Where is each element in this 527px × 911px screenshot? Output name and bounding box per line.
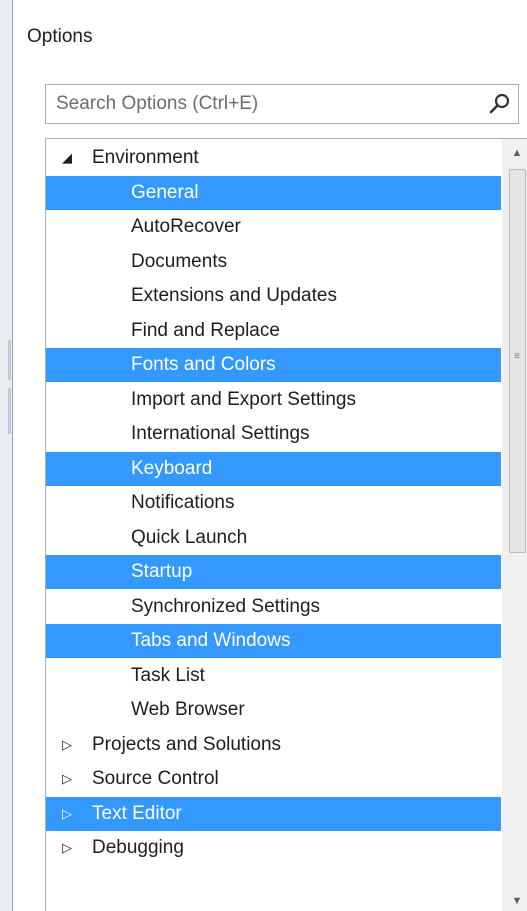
tree-node-debugging[interactable]: ▷ Debugging xyxy=(46,831,501,865)
tree-item-documents[interactable]: Documents xyxy=(46,245,501,279)
tree-item-startup[interactable]: Startup xyxy=(46,555,501,589)
tree-item-label: International Settings xyxy=(131,423,310,444)
options-dialog: Options ▲ ≡ ▼ ◢ Environment General AutoRec… xyxy=(12,0,527,911)
tree-item-label: AutoRecover xyxy=(131,216,241,237)
background-window-strip xyxy=(0,0,12,911)
tree-node-source-control[interactable]: ▷ Source Control xyxy=(46,762,501,796)
tree-item-label: Debugging xyxy=(92,837,184,858)
tree-item-general[interactable]: General xyxy=(46,175,501,210)
scroll-down-icon[interactable]: ▼ xyxy=(502,890,527,911)
tree-item-synchronized-settings[interactable]: Synchronized Settings xyxy=(46,590,501,624)
tree-node-environment[interactable]: ◢ Environment xyxy=(46,141,501,175)
tree-item-label: Documents xyxy=(131,250,228,272)
scroll-grip-icon: ≡ xyxy=(514,351,520,362)
tree-item-task-list[interactable]: Task List xyxy=(46,659,501,693)
tree-node-projects-and-solutions[interactable]: ▷ Projects and Solutions xyxy=(46,728,501,762)
tree-item-label: Text Editor xyxy=(92,802,182,824)
tree-item-label: Startup xyxy=(131,561,193,582)
tree-item-label: General xyxy=(131,181,199,203)
tree-item-label: Task List xyxy=(131,664,205,686)
collapsed-arrow-icon[interactable]: ▷ xyxy=(60,797,74,831)
tree-item-label: Environment xyxy=(92,147,199,168)
search-box[interactable] xyxy=(45,84,519,124)
tree-item-label: Find and Replace xyxy=(131,319,280,341)
tree-scrollbar[interactable]: ▲ ≡ ▼ xyxy=(502,139,527,911)
tree-item-label: Projects and Solutions xyxy=(92,733,282,755)
dialog-title: Options xyxy=(27,26,93,47)
tree-item-find-and-replace[interactable]: Find and Replace xyxy=(46,314,501,348)
background-divider xyxy=(8,388,11,434)
tree-item-autorecover[interactable]: AutoRecover xyxy=(46,210,501,244)
expanded-arrow-icon[interactable]: ◢ xyxy=(60,141,74,175)
scroll-up-icon[interactable]: ▲ xyxy=(502,142,527,164)
tree-item-international-settings[interactable]: International Settings xyxy=(46,417,501,451)
tree-item-label: Fonts and Colors xyxy=(131,354,276,375)
tree-item-import-export-settings[interactable]: Import and Export Settings xyxy=(46,383,501,417)
background-divider xyxy=(8,340,11,380)
tree-item-label: Web Browser xyxy=(131,699,245,720)
tree-item-tabs-and-windows[interactable]: Tabs and Windows xyxy=(46,624,501,658)
scroll-thumb[interactable]: ≡ xyxy=(509,169,526,553)
collapsed-arrow-icon[interactable]: ▷ xyxy=(60,831,74,865)
tree-item-notifications[interactable]: Notifications xyxy=(46,486,501,520)
collapsed-arrow-icon[interactable]: ▷ xyxy=(60,762,74,796)
tree-item-extensions-and-updates[interactable]: Extensions and Updates xyxy=(46,279,501,313)
collapsed-arrow-icon[interactable]: ▷ xyxy=(60,728,74,762)
search-icon[interactable] xyxy=(488,92,512,116)
tree-item-label: Source Control xyxy=(92,768,219,789)
tree-item-keyboard[interactable]: Keyboard xyxy=(46,451,501,486)
tree-item-label: Notifications xyxy=(131,492,235,513)
options-tree[interactable]: ▲ ≡ ▼ ◢ Environment General AutoRecover Docu… xyxy=(45,138,527,911)
tree-item-label: Keyboard xyxy=(131,457,213,479)
tree-item-fonts-and-colors[interactable]: Fonts and Colors xyxy=(46,348,501,382)
tree-node-text-editor[interactable]: ▷ Text Editor xyxy=(46,796,501,831)
tree-item-label: Synchronized Settings xyxy=(131,595,321,617)
search-input[interactable] xyxy=(46,85,476,123)
tree-item-quick-launch[interactable]: Quick Launch xyxy=(46,521,501,555)
tree-item-web-browser[interactable]: Web Browser xyxy=(46,693,501,727)
tree-item-label: Import and Export Settings xyxy=(131,388,356,410)
tree-item-label: Tabs and Windows xyxy=(131,630,291,651)
tree-item-label: Quick Launch xyxy=(131,526,248,548)
tree-item-label: Extensions and Updates xyxy=(131,285,337,306)
